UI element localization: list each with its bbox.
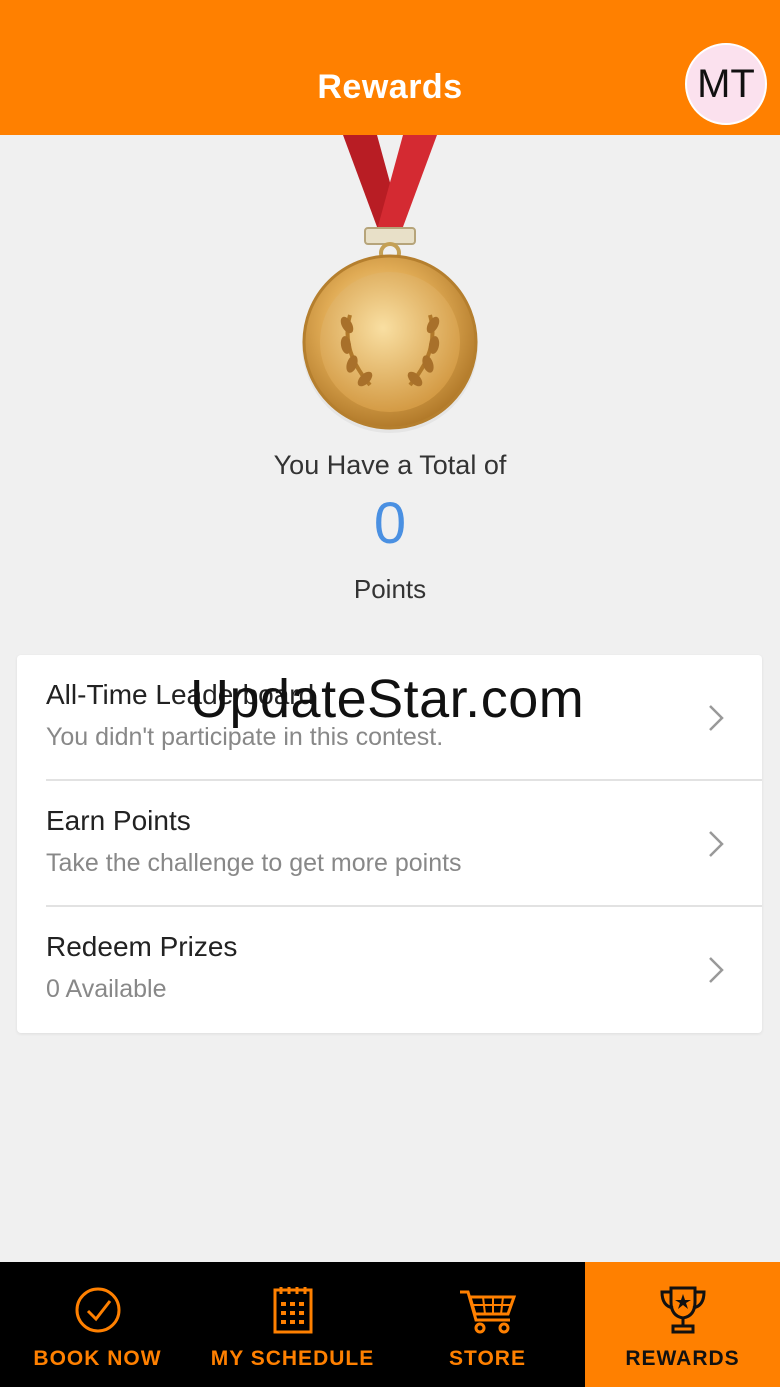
- chevron-right-icon: [709, 705, 724, 731]
- row-title: Redeem Prizes: [46, 931, 238, 962]
- earn-points-row[interactable]: Earn Points Take the challenge to get mo…: [17, 781, 762, 907]
- nav-label: MY SCHEDULE: [210, 1347, 375, 1370]
- medal-icon: [302, 135, 478, 433]
- nav-my-schedule[interactable]: MY SCHEDULE: [195, 1262, 390, 1387]
- nav-label: REWARDS: [625, 1347, 740, 1370]
- nav-label: STORE: [449, 1347, 526, 1370]
- chevron-right-icon: [709, 957, 724, 983]
- points-label: Points: [353, 574, 427, 604]
- nav-rewards[interactable]: REWARDS: [585, 1262, 780, 1387]
- nav-store[interactable]: STORE: [390, 1262, 585, 1387]
- check-circle-icon: [75, 1287, 120, 1333]
- app-header: Rewards MT: [0, 0, 780, 135]
- bottom-nav: BOOK NOW MY SCHEDULE STORE REWARDS: [0, 1262, 780, 1387]
- points-value: 0: [373, 491, 407, 556]
- watermark: UpdateStar.com: [190, 669, 585, 729]
- calendar-icon: [273, 1287, 312, 1334]
- row-subtitle: 0 Available: [46, 975, 167, 1003]
- nav-label: BOOK NOW: [33, 1347, 162, 1370]
- row-title: Earn Points: [46, 805, 191, 836]
- row-subtitle: Take the challenge to get more points: [46, 849, 462, 877]
- avatar[interactable]: MT: [685, 43, 767, 125]
- cart-icon: [459, 1290, 516, 1334]
- chevron-right-icon: [709, 831, 724, 857]
- nav-book-now[interactable]: BOOK NOW: [0, 1262, 195, 1387]
- total-label: You Have a Total of: [273, 450, 507, 480]
- page-title: Rewards: [317, 68, 463, 106]
- trophy-icon: [659, 1286, 706, 1334]
- redeem-prizes-row[interactable]: Redeem Prizes 0 Available: [17, 907, 762, 1033]
